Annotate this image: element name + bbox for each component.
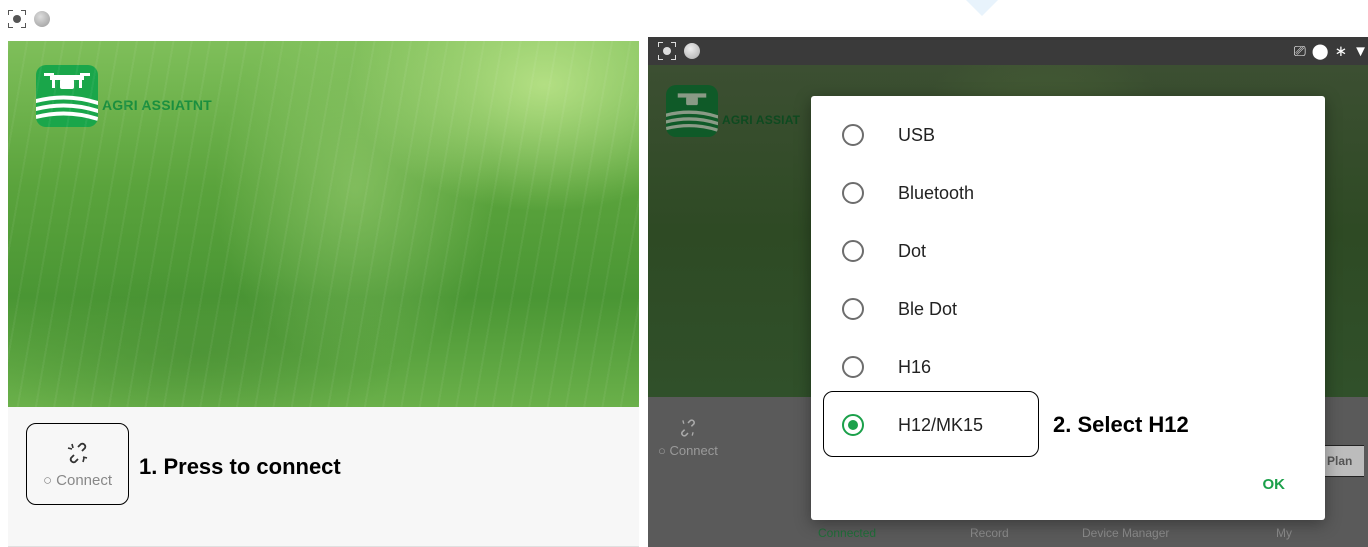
screen-record-icon [8, 10, 26, 28]
wifi-icon: ▼ [1353, 42, 1368, 60]
instruction-step-2: 2. Select H12 [1053, 412, 1189, 437]
connect-label: ○ Connect [658, 443, 718, 458]
screen-record-icon [658, 42, 676, 60]
instruction-step-1: 1. Press to connect [139, 454, 341, 479]
radio-button[interactable] [842, 298, 864, 320]
app-name: AGRI ASSIAT [722, 113, 801, 127]
connect-label: ○ Connect [42, 471, 113, 489]
broken-link-icon [681, 419, 695, 437]
option-label: Dot [898, 240, 927, 261]
option-ble-dot[interactable]: Ble Dot [811, 286, 1325, 332]
system-indicators [8, 10, 50, 28]
decorative-arrow [966, 0, 998, 16]
camera-dot-icon [34, 11, 50, 27]
option-dot[interactable]: Dot [811, 228, 1325, 274]
connect-button[interactable]: ○ Connect [26, 423, 129, 505]
home-banner: AGRI ASSIATNT [8, 41, 639, 407]
connect-button[interactable]: ○ Connect [658, 417, 718, 458]
cast-icon: ⎚ [1293, 42, 1306, 60]
radio-button[interactable] [842, 240, 864, 262]
connection-type-dialog: USB Bluetooth Dot Ble Dot H16 H12/MK15 2… [811, 96, 1325, 520]
app-name: AGRI ASSIATNT [102, 97, 212, 113]
ok-button[interactable]: OK [1263, 476, 1286, 493]
bluetooth-icon: ∗ [1334, 43, 1348, 60]
option-label: USB [898, 124, 936, 145]
option-h16[interactable]: H16 [811, 344, 1325, 390]
location-icon: ⬤ [1311, 43, 1329, 60]
radio-button[interactable] [842, 356, 864, 378]
bottom-bar: ○ Connect 1. Press to connect [8, 407, 639, 547]
option-label: Ble Dot [898, 298, 958, 319]
radio-button[interactable] [842, 182, 864, 204]
broken-link-icon [67, 442, 87, 463]
tab-device-manager[interactable]: Device Manager [1082, 526, 1169, 540]
option-label: H16 [898, 356, 932, 377]
tab-my[interactable]: My [1276, 526, 1292, 540]
left-screen: AGRI ASSIATNT ○ Connect 1. Press to conn… [8, 41, 639, 547]
bottom-tab-bar: Connected Record Device Manager My [648, 519, 1368, 547]
status-bar: ⎚ ⬤ ∗ ▼ [648, 37, 1368, 65]
app-logo: AGRI ASSIATNT [36, 65, 212, 127]
option-usb[interactable]: USB [811, 112, 1325, 158]
app-logo: AGRI ASSIAT [666, 85, 800, 137]
tab-record[interactable]: Record [970, 526, 1009, 540]
tab-connected[interactable]: Connected [818, 526, 876, 540]
drone-logo-icon [666, 85, 718, 137]
drone-logo-icon [36, 65, 98, 127]
option-label: Bluetooth [898, 182, 975, 203]
radio-button[interactable] [842, 124, 864, 146]
right-screen: ⎚ ⬤ ∗ ▼ AGRI ASSIAT ○ Connect Plan Conne… [648, 37, 1368, 547]
highlight-box [823, 391, 1039, 457]
camera-dot-icon [684, 43, 700, 59]
option-bluetooth[interactable]: Bluetooth [811, 170, 1325, 216]
screenshot-canvas: AGRI ASSIATNT ○ Connect 1. Press to conn… [0, 0, 1368, 547]
